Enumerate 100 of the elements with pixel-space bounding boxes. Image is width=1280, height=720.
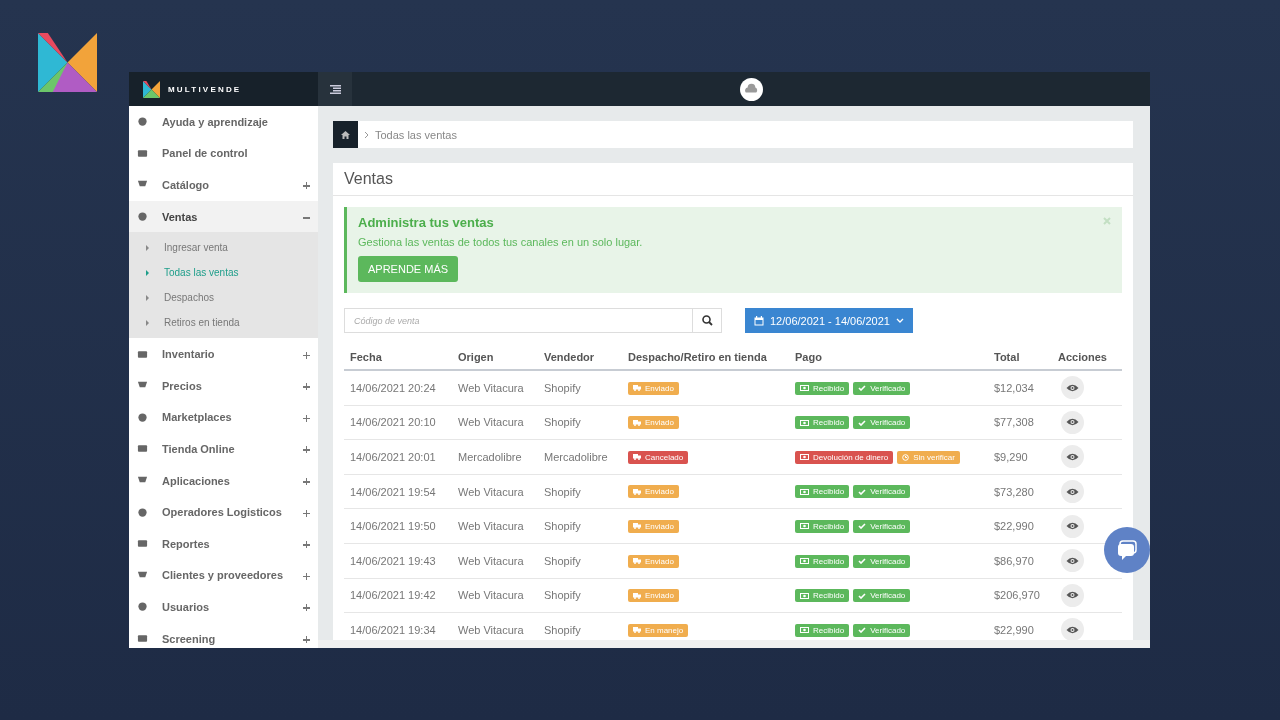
payment-badge: Recibido [795, 623, 850, 637]
view-button[interactable] [1061, 480, 1084, 504]
table-cell: Web Vitacura [452, 543, 538, 579]
brand-name: MULTIVENDE [168, 84, 242, 94]
table-cell: 14/06/2021 19:54 [344, 474, 452, 509]
status-badge: Enviado [628, 554, 679, 568]
table-cell: Shopify [538, 405, 622, 440]
eye-icon [1066, 487, 1079, 496]
payment-badge: Verificado [853, 623, 911, 637]
home-button[interactable] [333, 121, 358, 148]
table-cell: Mercadolibre [452, 439, 538, 475]
table-cell: Shopify [538, 543, 622, 579]
eye-icon [1066, 418, 1079, 427]
check-icon [858, 523, 867, 530]
eye-icon [1066, 383, 1079, 392]
sidebar-item[interactable]: Reportes [129, 527, 318, 560]
payment-badge: Recibido [795, 554, 850, 568]
sidebar-item[interactable]: Inventario [129, 338, 318, 370]
view-button[interactable] [1061, 410, 1084, 434]
check-icon [858, 419, 867, 426]
payment-badge: Recibido [795, 381, 850, 395]
table-cell: Web Vitacura [452, 578, 538, 613]
sidebar-item[interactable]: Screening [129, 622, 318, 648]
eye-icon [1066, 556, 1079, 565]
submenu-item[interactable]: Ingresar venta [129, 235, 318, 261]
table-cell: 14/06/2021 20:01 [344, 439, 452, 475]
eye-icon [1066, 522, 1079, 531]
sidebar-item[interactable]: Aplicaciones [129, 464, 318, 497]
sidebar-item[interactable]: Precios [129, 369, 318, 402]
payment-badge: Recibido [795, 589, 850, 603]
sidebar-item[interactable]: Usuarios [129, 591, 318, 623]
horizontal-scrollbar[interactable] [318, 640, 1150, 648]
column-header: Pago [789, 345, 988, 370]
page-title: Ventas [344, 170, 393, 188]
submenu-item[interactable]: Despachos [129, 285, 318, 311]
date-range-button[interactable]: 12/06/2021 - 14/06/2021 [745, 308, 913, 333]
avatar-icon[interactable] [739, 77, 763, 101]
view-button[interactable] [1061, 445, 1084, 469]
table-cell: 14/06/2021 19:42 [344, 578, 452, 613]
search-field[interactable]: Código de venta [344, 308, 693, 333]
logo-icon [143, 80, 160, 98]
payment-badge: Verificado [853, 554, 911, 568]
sidebar-item[interactable]: Operadores Logisticos [129, 496, 318, 528]
view-button[interactable] [1061, 583, 1084, 607]
payment-badge: Verificado [853, 416, 911, 430]
check-icon [858, 488, 867, 495]
column-header: Vendedor [538, 345, 622, 370]
table-cell: $22,990 [988, 508, 1052, 544]
payment-badge: Recibido [795, 519, 850, 533]
status-badge: Enviado [628, 416, 679, 430]
sidebar-item[interactable]: Ventas [129, 200, 318, 233]
table-cell: $86,970 [988, 543, 1052, 579]
table-cell: Shopify [538, 578, 622, 613]
logo-icon [38, 33, 97, 92]
eye-icon [1066, 453, 1079, 461]
table-cell: Shopify [538, 474, 622, 509]
view-button[interactable] [1061, 376, 1084, 400]
sidebar-item[interactable]: Marketplaces [129, 401, 318, 434]
eye-icon [1066, 625, 1079, 634]
calendar-icon [754, 315, 764, 326]
check-icon [858, 385, 867, 392]
menu-icon [329, 84, 341, 94]
view-button[interactable] [1061, 549, 1084, 573]
check-icon [858, 627, 867, 634]
status-badge: Cancelado [628, 450, 689, 464]
table-cell: $9,290 [988, 439, 1052, 475]
view-button[interactable] [1061, 618, 1084, 640]
status-badge: Enviado [628, 381, 679, 395]
payment-badge: Verificado [853, 485, 911, 499]
table-cell: Web Vitacura [452, 405, 538, 440]
table-cell: 14/06/2021 19:50 [344, 508, 452, 544]
table-cell: 14/06/2021 20:24 [344, 370, 452, 406]
chevron-icon [364, 130, 369, 139]
sidebar-item[interactable]: Tienda Online [129, 433, 318, 465]
status-badge: Enviado [628, 589, 679, 603]
table-cell: Shopify [538, 508, 622, 544]
payment-badge: Verificado [853, 381, 911, 395]
sidebar-item[interactable]: Panel de control [129, 137, 318, 170]
column-header: Total [988, 345, 1052, 370]
status-badge: Enviado [628, 519, 679, 533]
caret-icon [895, 318, 904, 323]
sidebar-item[interactable]: Ayuda y aprendizaje [129, 106, 318, 138]
column-header: Fecha [344, 345, 452, 370]
payment-badge: Verificado [853, 519, 911, 533]
search-button[interactable] [693, 308, 722, 333]
breadcrumb-item[interactable]: Todas las ventas [375, 128, 457, 141]
column-header: Origen [452, 345, 538, 370]
sidebar-item[interactable]: Clientes y proveedores [129, 559, 318, 592]
check-icon [858, 558, 867, 564]
sidebar-item[interactable]: Catálogo [129, 169, 318, 201]
submenu-item[interactable]: Retiros en tienda [129, 310, 318, 336]
column-header: Acciones [1052, 345, 1122, 370]
table-cell: Web Vitacura [452, 474, 538, 509]
check-icon [858, 592, 867, 599]
view-button[interactable] [1061, 514, 1084, 538]
table-cell: $77,308 [988, 405, 1052, 440]
table-cell: $206,970 [988, 578, 1052, 613]
menu-toggle-button[interactable] [318, 72, 352, 106]
eye-icon [1066, 591, 1079, 600]
table-cell: $12,034 [988, 370, 1052, 406]
